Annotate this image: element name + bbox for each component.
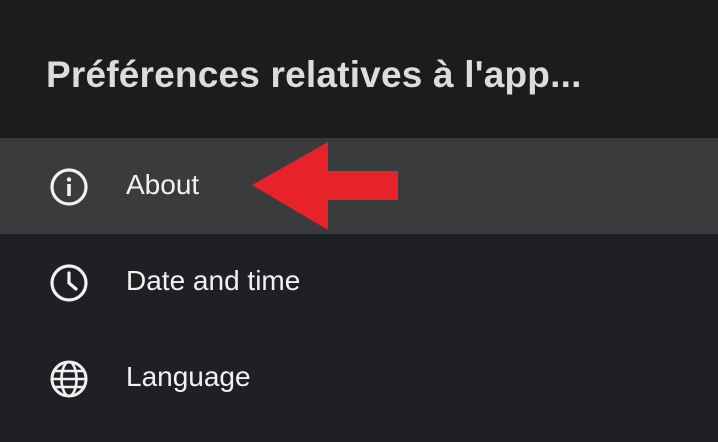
menu-item-label: About	[126, 169, 200, 200]
menu-item-language[interactable]: Language	[0, 330, 718, 426]
clock-icon	[50, 264, 88, 302]
info-icon	[50, 168, 88, 206]
menu-item-label: Date and time	[126, 265, 301, 296]
settings-screen: Préférences relatives à l'app... About D…	[0, 0, 718, 442]
header: Préférences relatives à l'app...	[0, 0, 718, 138]
page-title: Préférences relatives à l'app...	[46, 54, 582, 95]
globe-icon	[50, 360, 88, 398]
menu-item-label: Language	[126, 361, 251, 392]
menu-item-date-and-time[interactable]: Date and time	[0, 234, 718, 330]
red-arrow-icon	[252, 142, 398, 230]
